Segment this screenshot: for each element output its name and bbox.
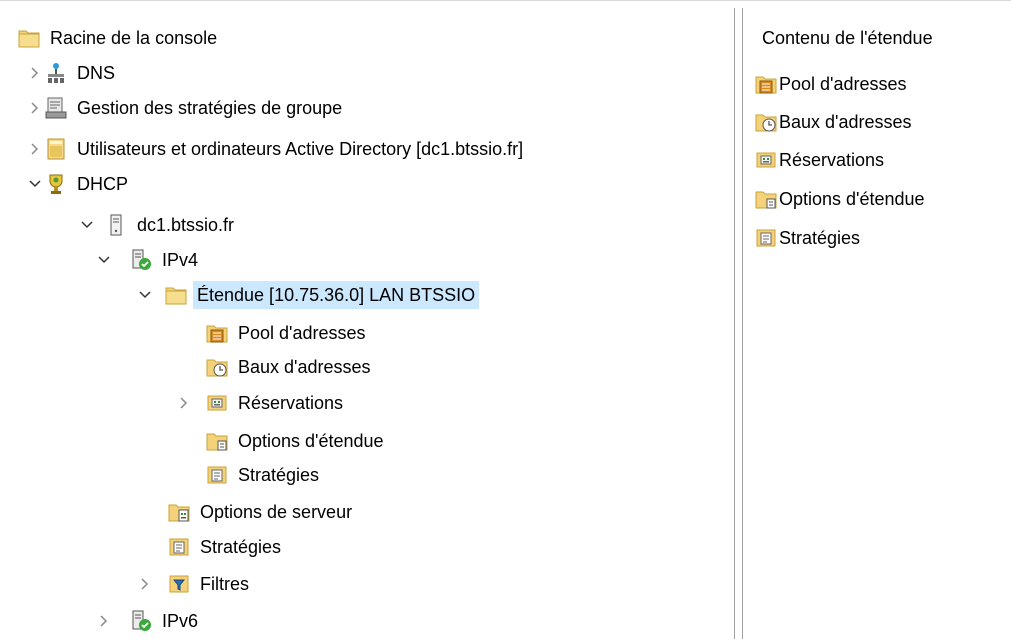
content-header[interactable]: Contenu de l'étendue (762, 28, 933, 49)
policies-icon (206, 464, 228, 486)
content-item-scope-options[interactable]: Options d'étendue (755, 182, 925, 216)
content-item-label: Stratégies (779, 227, 861, 248)
pane-divider-left[interactable] (734, 8, 735, 639)
folder-icon (18, 27, 40, 49)
chevron-down-icon[interactable] (77, 208, 97, 242)
address-leases-icon (206, 356, 228, 378)
tree-item-scope[interactable]: Étendue [10.75.36.0] LAN BTSSIO (135, 278, 480, 312)
tree-label: Options d'étendue (238, 431, 384, 451)
address-pool-icon (206, 322, 228, 344)
chevron-right-icon[interactable] (174, 386, 194, 420)
chevron-right-icon[interactable] (25, 91, 45, 125)
content-item-pool[interactable]: Pool d'adresses (755, 67, 907, 101)
tree-label: IPv4 (162, 250, 199, 270)
dhcp-icon (45, 173, 67, 195)
console-tree: Racine de la console DNS Gestion des str… (0, 8, 734, 639)
tree-label: IPv6 (162, 611, 199, 631)
chevron-right-icon[interactable] (25, 56, 45, 90)
tree-label: DNS (77, 63, 116, 83)
tree-label: Racine de la console (50, 28, 218, 48)
group-policy-icon (45, 97, 67, 119)
scope-options-icon (755, 188, 777, 210)
reservations-icon (755, 149, 777, 171)
tree-item-filters[interactable]: Filtres (135, 567, 253, 601)
content-item-label: Pool d'adresses (779, 73, 907, 94)
chevron-down-icon[interactable] (135, 278, 155, 312)
tree-label: dc1.btssio.fr (137, 215, 235, 235)
policies-icon (755, 227, 777, 249)
dns-server-icon (45, 62, 67, 84)
server-options-icon (168, 501, 190, 523)
content-pane: Contenu de l'étendue Pool d'adresses Bau… (743, 8, 1011, 639)
tree-label: Utilisateurs et ordinateurs Active Direc… (77, 139, 524, 159)
folder-icon (165, 284, 187, 306)
tree-item-ipv4[interactable]: IPv4 (94, 243, 202, 277)
tree-item-policies[interactable]: Stratégies (168, 530, 285, 564)
tree-item-scope-policies[interactable]: Stratégies (206, 458, 323, 492)
tree-item-dns[interactable]: DNS (25, 56, 119, 90)
server-icon (105, 214, 127, 236)
content-item-policies[interactable]: Stratégies (755, 221, 860, 255)
active-directory-icon (45, 138, 67, 160)
content-item-leases[interactable]: Baux d'adresses (755, 105, 912, 139)
tree-item-server[interactable]: dc1.btssio.fr (77, 208, 238, 242)
chevron-right-icon[interactable] (25, 132, 45, 166)
tree-item-ipv6[interactable]: IPv6 (94, 604, 202, 638)
tree-label: DHCP (77, 174, 129, 194)
tree-item-reservations[interactable]: Réservations (174, 386, 347, 420)
tree-item-server-options[interactable]: Options de serveur (168, 495, 356, 529)
scope-options-icon (206, 430, 228, 452)
tree-item-root[interactable]: Racine de la console (18, 21, 221, 55)
ipv6-check-icon (130, 610, 152, 632)
tree-label: Stratégies (200, 537, 282, 557)
tree-label: Étendue [10.75.36.0] LAN BTSSIO (193, 281, 480, 309)
tree-label: Pool d'adresses (238, 323, 366, 343)
policies-icon (168, 536, 190, 558)
chevron-right-icon[interactable] (94, 604, 114, 638)
tree-label: Réservations (238, 393, 344, 413)
reservations-icon (206, 392, 228, 414)
tree-label: Options de serveur (200, 502, 353, 522)
tree-item-scope-options[interactable]: Options d'étendue (206, 424, 388, 458)
tree-label: Gestion des stratégies de groupe (77, 98, 343, 118)
content-item-label: Options d'étendue (779, 188, 925, 209)
chevron-down-icon[interactable] (94, 243, 114, 277)
chevron-down-icon[interactable] (25, 167, 45, 201)
content-item-label: Réservations (779, 149, 885, 170)
tree-label: Stratégies (238, 465, 320, 485)
address-pool-icon (755, 73, 777, 95)
tree-item-leases[interactable]: Baux d'adresses (206, 350, 375, 384)
tree-label: Filtres (200, 574, 249, 594)
top-border (0, 0, 1011, 1)
tree-item-gpo[interactable]: Gestion des stratégies de groupe (25, 91, 346, 125)
chevron-right-icon[interactable] (135, 567, 155, 601)
tree-item-dhcp[interactable]: DHCP (25, 167, 132, 201)
tree-item-pool[interactable]: Pool d'adresses (206, 316, 370, 350)
content-item-label: Baux d'adresses (779, 111, 912, 132)
tree-item-active-directory[interactable]: Utilisateurs et ordinateurs Active Direc… (25, 132, 527, 166)
content-item-reservations[interactable]: Réservations (755, 143, 884, 177)
tree-label: Baux d'adresses (238, 357, 371, 377)
ipv4-check-icon (130, 249, 152, 271)
filter-icon (168, 573, 190, 595)
address-leases-icon (755, 111, 777, 133)
